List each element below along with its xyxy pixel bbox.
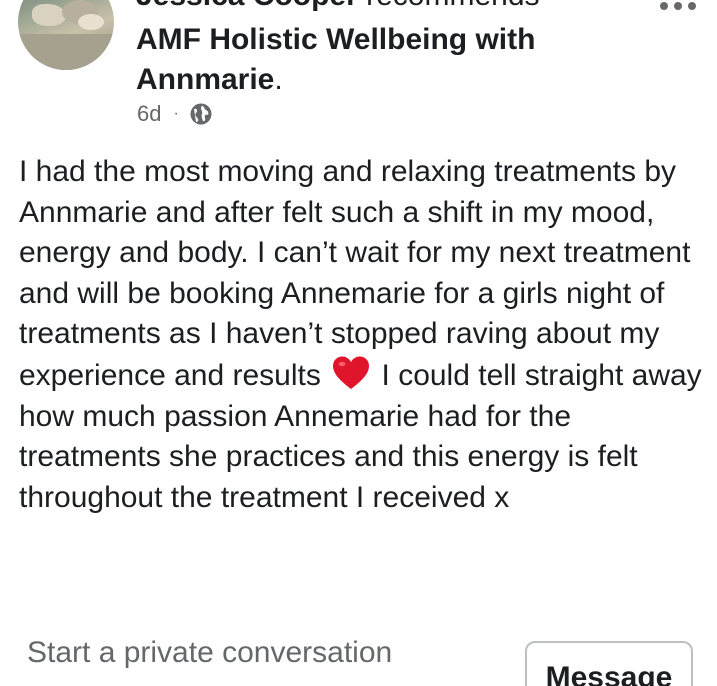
heart-emoji	[333, 356, 370, 389]
more-dot	[674, 2, 682, 10]
post-meta: 6d ·	[137, 100, 213, 128]
page-name-period: .	[274, 63, 283, 96]
more-dot	[660, 2, 668, 10]
meta-separator: ·	[173, 105, 179, 122]
author-name-link[interactable]: Jessica Cooper	[136, 0, 358, 12]
globe-icon[interactable]	[189, 102, 213, 126]
page-name-link[interactable]: AMF Holistic Wellbeing with Annmarie	[136, 23, 535, 96]
avatar-photo-ground	[18, 34, 114, 70]
message-button[interactable]: Message	[525, 641, 693, 686]
avatar-photo-figure	[32, 4, 66, 26]
private-conversation-prompt: Start a private conversation	[27, 636, 393, 669]
author-avatar[interactable]	[18, 0, 114, 70]
recommendation-post: Jessica Cooper recommends AMF Holistic W…	[0, 0, 717, 686]
post-text: I had the most moving and relaxing treat…	[19, 152, 709, 518]
recommended-page: AMF Holistic Wellbeing with Annmarie.	[136, 20, 616, 100]
more-options-icon[interactable]	[660, 2, 696, 10]
post-timestamp[interactable]: 6d	[137, 101, 161, 127]
more-dot	[688, 2, 696, 10]
recommends-text: recommends	[358, 0, 539, 12]
avatar-photo-figure	[78, 14, 104, 30]
post-header-line: Jessica Cooper recommends	[136, 0, 540, 14]
